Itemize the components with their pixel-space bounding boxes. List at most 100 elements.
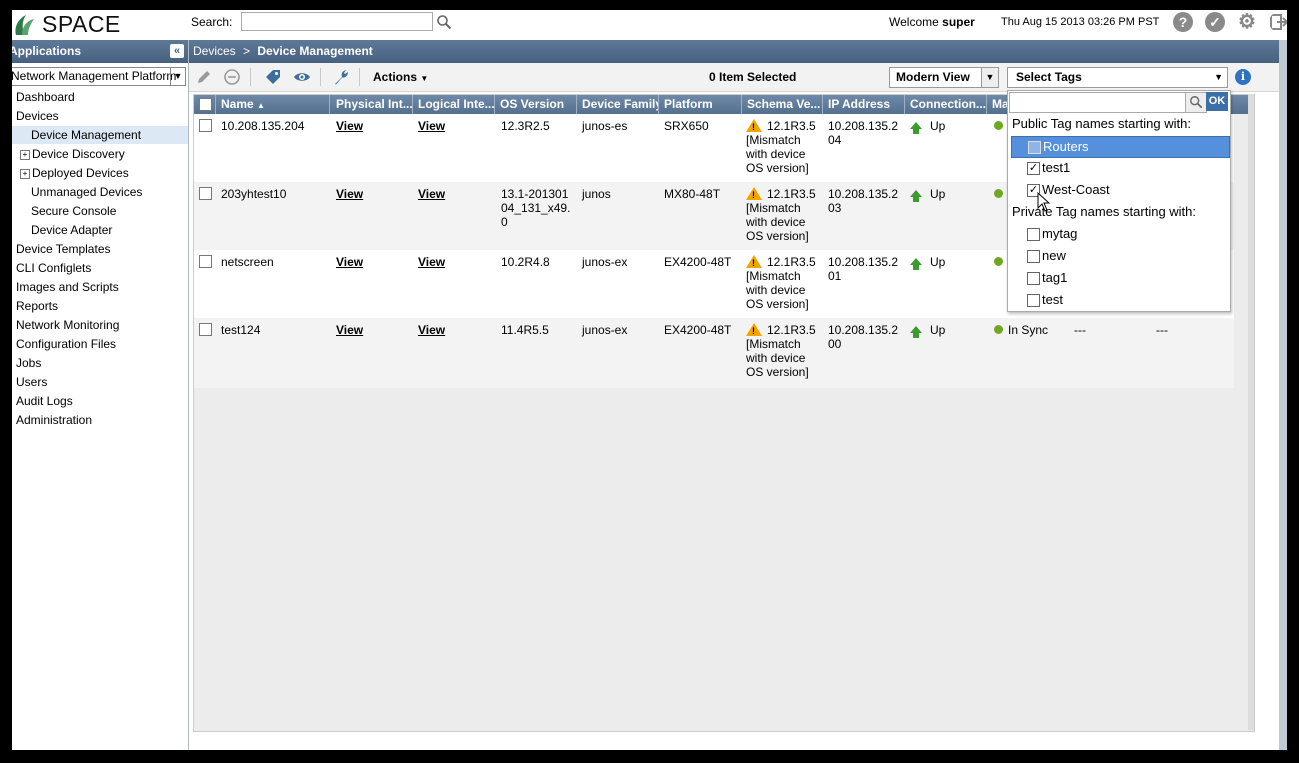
nav-unmanaged-devices[interactable]: Unmanaged Devices xyxy=(31,183,142,201)
platform: MX80-48T xyxy=(664,187,721,201)
status-ok-icon xyxy=(994,325,1003,334)
nav-device-management[interactable]: Device Management xyxy=(12,126,188,144)
tag-option-test1[interactable]: ✓ test1 xyxy=(1011,158,1228,178)
nav-label: Network Monitoring xyxy=(16,318,120,332)
platform: EX4200-48T xyxy=(664,323,732,337)
select-all-checkbox[interactable] xyxy=(199,98,212,111)
tag-checkbox[interactable]: ✓ xyxy=(1027,162,1040,175)
application-select[interactable]: Network Management Platform ▼ xyxy=(12,67,186,86)
row-checkbox[interactable] xyxy=(199,187,212,200)
chevron-down-icon[interactable]: ▼ xyxy=(170,68,185,85)
column-header-ip-address[interactable]: IP Address xyxy=(823,95,905,114)
up-arrow-icon xyxy=(910,122,922,134)
tag-checkbox[interactable] xyxy=(1027,250,1040,263)
settings-gear-icon[interactable]: ⚙ xyxy=(1237,12,1257,32)
right-collapsed-panel[interactable] xyxy=(1279,40,1287,750)
tag-option-mytag[interactable]: mytag xyxy=(1011,224,1228,244)
chevron-down-icon[interactable]: ▼ xyxy=(1214,68,1223,87)
nav-cli-configlets[interactable]: CLI Configlets xyxy=(16,259,91,277)
warning-icon xyxy=(746,187,762,202)
warning-icon xyxy=(746,119,762,134)
info-icon[interactable]: i xyxy=(1235,69,1251,85)
actions-menu[interactable]: Actions ▼ xyxy=(373,70,428,84)
tag-checkbox[interactable] xyxy=(1027,228,1040,241)
column-header-schema-version[interactable]: Schema Ve... xyxy=(742,95,823,114)
nav-images-and-scripts[interactable]: Images and Scripts xyxy=(16,278,119,296)
tags-search-input[interactable] xyxy=(1009,92,1189,113)
row-checkbox[interactable] xyxy=(199,119,212,132)
tag-checkbox[interactable] xyxy=(1027,272,1040,285)
device-name: 203yhtest10 xyxy=(221,187,287,201)
nav-device-discovery[interactable]: + Device Discovery xyxy=(20,145,125,163)
nav-label: Devices xyxy=(16,109,59,123)
tags-search-button[interactable] xyxy=(1185,92,1207,113)
tag-option-new[interactable]: new xyxy=(1011,246,1228,266)
view-select[interactable]: Modern View ▼ xyxy=(889,67,999,88)
nav-network-monitoring[interactable]: Network Monitoring xyxy=(16,316,119,334)
search-input[interactable] xyxy=(241,12,433,31)
collapse-panel-icon[interactable]: « xyxy=(170,44,184,58)
column-header-connection[interactable]: Connection... xyxy=(905,95,987,114)
expand-icon[interactable]: + xyxy=(20,168,30,179)
logical-interfaces-link[interactable]: View xyxy=(418,119,445,133)
physical-interfaces-link[interactable]: View xyxy=(336,187,363,201)
physical-interfaces-link[interactable]: View xyxy=(336,255,363,269)
tag-label: tag1 xyxy=(1042,270,1068,285)
nav-administration[interactable]: Administration xyxy=(16,411,92,429)
schema-value: 12.1R3.5 xyxy=(767,255,816,269)
device-name: netscreen xyxy=(221,255,274,269)
column-header-logical[interactable]: Logical Inte... xyxy=(413,95,495,114)
logout-icon[interactable] xyxy=(1269,12,1287,32)
row-checkbox[interactable] xyxy=(199,255,212,268)
nav-reports[interactable]: Reports xyxy=(16,297,58,315)
breadcrumb: Devices > Device Management xyxy=(189,40,1279,63)
selected-count: 0 Item Selected xyxy=(709,70,797,84)
delete-minus-icon[interactable] xyxy=(223,68,241,86)
nav-audit-logs[interactable]: Audit Logs xyxy=(16,392,73,410)
nav-label: Deployed Devices xyxy=(32,166,129,180)
tag-label: test1 xyxy=(1042,160,1071,175)
nav-device-adapter[interactable]: Device Adapter xyxy=(31,221,112,239)
tags-select-value: Select Tags xyxy=(1016,70,1082,84)
wrench-icon[interactable] xyxy=(332,68,350,86)
view-eye-icon[interactable] xyxy=(293,68,311,86)
help-icon[interactable]: ? xyxy=(1173,12,1193,32)
column-header-platform[interactable]: Platform xyxy=(659,95,742,114)
tag-checkbox[interactable] xyxy=(1028,141,1041,154)
logical-interfaces-link[interactable]: View xyxy=(418,323,445,337)
breadcrumb-devices[interactable]: Devices xyxy=(193,44,236,58)
nav-secure-console[interactable]: Secure Console xyxy=(31,202,116,220)
physical-interfaces-link[interactable]: View xyxy=(336,323,363,337)
expand-icon[interactable]: + xyxy=(20,149,30,160)
column-header-physical[interactable]: Physical Int... xyxy=(331,95,413,114)
nav-device-templates[interactable]: Device Templates xyxy=(16,240,111,258)
column-header-name[interactable]: Name ▲ xyxy=(216,95,330,114)
logical-interfaces-link[interactable]: View xyxy=(418,255,445,269)
nav-jobs[interactable]: Jobs xyxy=(16,354,41,372)
tag-icon[interactable] xyxy=(264,68,282,86)
nav-users[interactable]: Users xyxy=(16,373,47,391)
column-header-os-version[interactable]: OS Version xyxy=(495,95,577,114)
status-check-icon[interactable]: ✓ xyxy=(1205,12,1225,32)
tag-option-routers[interactable]: Routers xyxy=(1011,136,1230,158)
nav-dashboard[interactable]: Dashboard xyxy=(16,88,75,106)
tags-select[interactable]: Select Tags ▼ xyxy=(1007,67,1228,88)
column-header-device-family[interactable]: Device Family xyxy=(577,95,659,114)
breadcrumb-current: Device Management xyxy=(257,44,373,58)
device-name: 10.208.135.204 xyxy=(221,119,305,133)
edit-pencil-icon[interactable] xyxy=(195,68,213,86)
nav-devices[interactable]: Devices xyxy=(16,107,59,125)
row-checkbox[interactable] xyxy=(199,323,212,336)
physical-interfaces-link[interactable]: View xyxy=(336,119,363,133)
nav-configuration-files[interactable]: Configuration Files xyxy=(16,335,116,353)
tags-ok-button[interactable]: OK xyxy=(1206,92,1228,111)
chevron-down-icon[interactable]: ▼ xyxy=(981,68,998,87)
logical-interfaces-link[interactable]: View xyxy=(418,187,445,201)
nav-deployed-devices[interactable]: + Deployed Devices xyxy=(20,164,129,182)
search-icon[interactable] xyxy=(436,14,452,30)
tag-checkbox[interactable] xyxy=(1027,294,1040,307)
table-row[interactable]: test124 View View 11.4R5.5 junos-ex EX42… xyxy=(194,318,1234,388)
grid-scrollbar[interactable] xyxy=(1248,94,1254,730)
tag-option-tag1[interactable]: tag1 xyxy=(1011,268,1228,288)
tag-option-test[interactable]: test xyxy=(1011,290,1228,310)
